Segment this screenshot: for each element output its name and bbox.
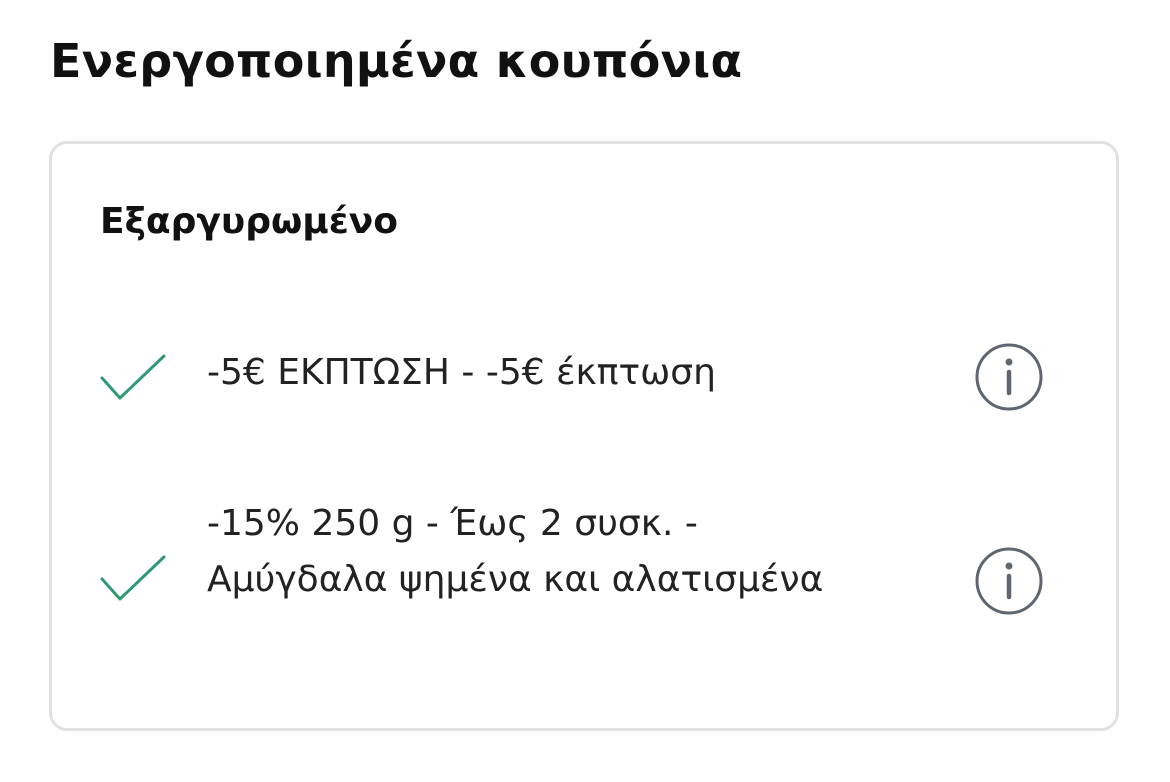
check-icon bbox=[100, 354, 166, 400]
info-icon[interactable] bbox=[974, 546, 1044, 616]
redeemed-coupons-card: Εξαργυρωμένο -5€ ΕΚΠΤΩΣΗ - -5€ έκπτωση -… bbox=[49, 141, 1119, 731]
coupon-description: -5€ ΕΚΠΤΩΣΗ - -5€ έκπτωση bbox=[207, 352, 716, 393]
check-icon bbox=[100, 555, 166, 601]
coupon-description: -15% 250 g - Έως 2 συσκ. - Αμύγδαλα ψημέ… bbox=[207, 503, 824, 600]
page-title: Ενεργοποιημένα κουπόνια bbox=[50, 34, 743, 88]
info-icon[interactable] bbox=[974, 342, 1044, 412]
coupon-status-title: Εξαργυρωμένο bbox=[100, 201, 399, 242]
